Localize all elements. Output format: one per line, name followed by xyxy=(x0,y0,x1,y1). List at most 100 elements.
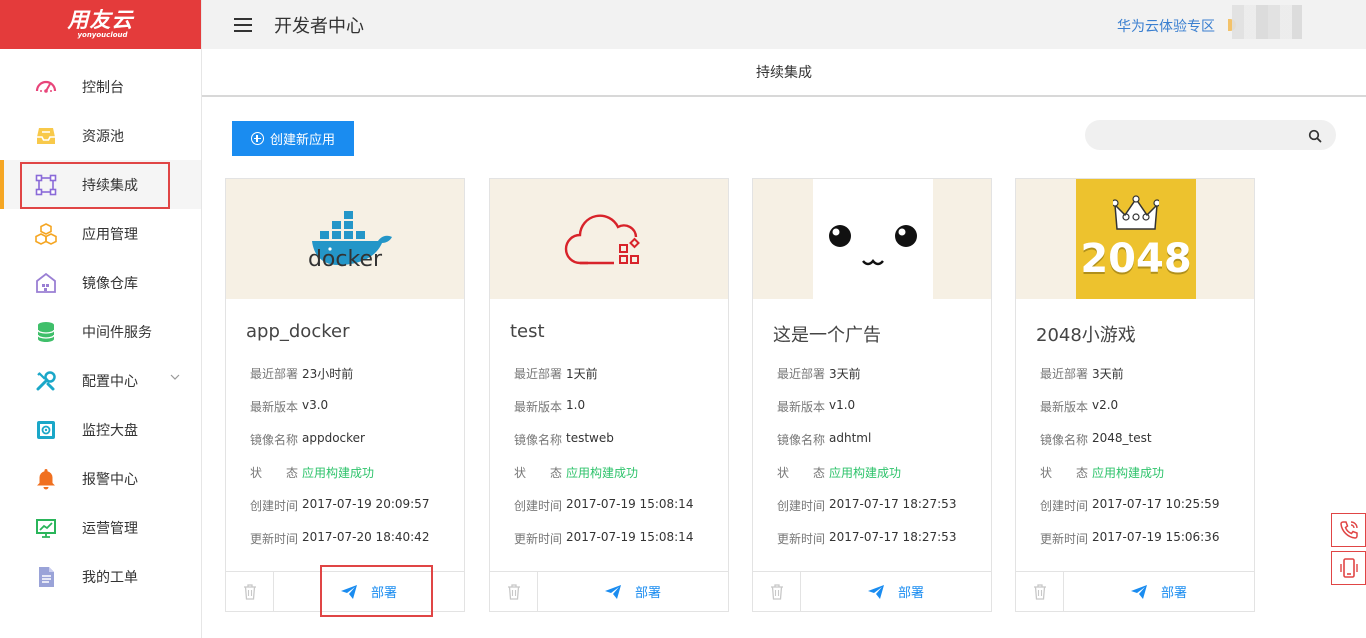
deploy-button[interactable]: 部署 xyxy=(1064,572,1254,611)
app-info: 最近部署 3天前 最新版本 v1.0 镜像名称 adhtml 状 态应用构建成功 创建… xyxy=(777,365,956,563)
logo-text: 用友云 xyxy=(67,8,134,32)
logo[interactable]: 用友云 yonyoucloud xyxy=(0,0,201,49)
sidebar-item-config-center[interactable]: 配置中心 xyxy=(0,356,201,405)
phone-icon xyxy=(1339,521,1358,539)
sidebar-item-ci[interactable]: 持续集成 xyxy=(0,160,201,209)
logo-subtext: yonyoucloud xyxy=(77,31,128,39)
app-thumbnail[interactable] xyxy=(490,179,728,299)
cloud-app-icon xyxy=(564,214,640,265)
last-deploy-value: 3天前 xyxy=(829,367,861,381)
created-value: 2017-07-19 20:09:57 xyxy=(302,497,430,511)
app-thumbnail[interactable] xyxy=(753,179,991,299)
sidebar-item-dashboard[interactable]: 控制台 xyxy=(0,62,201,111)
create-app-button[interactable]: 创建新应用 xyxy=(232,121,354,156)
delete-button[interactable] xyxy=(753,572,801,611)
field-label: 最新版本 xyxy=(777,400,826,414)
field-label: 更新时间 xyxy=(514,532,563,546)
card-footer: 部署 xyxy=(753,571,991,611)
last-deploy-value: 3天前 xyxy=(1092,367,1124,381)
sidebar-item-label: 中间件服务 xyxy=(82,324,152,341)
status-value: 应用构建成功 xyxy=(566,466,639,480)
app-name[interactable]: app_docker xyxy=(246,321,349,342)
document-icon xyxy=(34,565,58,589)
sidebar-item-label: 资源池 xyxy=(82,128,124,145)
sidebar-item-operations[interactable]: 运营管理 xyxy=(0,503,201,552)
deploy-button[interactable]: 部署 xyxy=(538,572,728,611)
field-label: 状 态 xyxy=(514,466,563,480)
field-label: 最新版本 xyxy=(514,400,563,414)
app-name[interactable]: test xyxy=(510,321,545,342)
create-app-label: 创建新应用 xyxy=(269,132,335,147)
smiley-face-icon xyxy=(813,179,933,299)
search-input[interactable] xyxy=(1085,120,1295,150)
sidebar-item-label: 应用管理 xyxy=(82,226,138,243)
sidebar-item-app-management[interactable]: 应用管理 xyxy=(0,209,201,258)
chevron-down-icon[interactable] xyxy=(170,370,180,386)
created-value: 2017-07-17 18:27:53 xyxy=(829,497,957,511)
delete-button[interactable] xyxy=(490,572,538,611)
status-value: 应用构建成功 xyxy=(302,466,375,480)
dashboard-icon xyxy=(34,75,58,99)
docker-logo-icon xyxy=(312,211,392,265)
version-value: v2.0 xyxy=(1092,398,1119,412)
trash-icon xyxy=(1033,583,1046,600)
updated-value: 2017-07-19 15:06:36 xyxy=(1092,530,1220,544)
sidebar-item-label: 控制台 xyxy=(82,79,124,96)
chart-screen-icon xyxy=(34,516,58,540)
phone-contact-button[interactable] xyxy=(1331,513,1366,547)
sidebar-item-alarm[interactable]: 报警中心 xyxy=(0,454,201,503)
inbox-icon xyxy=(34,124,58,148)
sidebar-item-label: 监控大盘 xyxy=(82,422,138,439)
send-icon xyxy=(867,584,884,599)
field-label: 更新时间 xyxy=(250,532,299,546)
field-label: 最近部署 xyxy=(777,367,826,381)
delete-button[interactable] xyxy=(1016,572,1064,611)
field-label: 最新版本 xyxy=(250,400,299,414)
app-thumbnail[interactable]: docker xyxy=(226,179,464,299)
field-label: 创建时间 xyxy=(514,499,563,513)
deploy-label: 部署 xyxy=(634,586,661,601)
field-label: 创建时间 xyxy=(250,499,299,513)
bell-icon xyxy=(34,467,58,491)
user-info-blurred[interactable] xyxy=(1232,5,1302,39)
tools-icon xyxy=(34,369,58,393)
sidebar-item-middleware[interactable]: 中间件服务 xyxy=(0,307,201,356)
updated-value: 2017-07-19 15:08:14 xyxy=(566,530,694,544)
monitor-icon xyxy=(34,418,58,442)
huawei-cloud-link[interactable]: 华为云体验专区 xyxy=(1117,16,1215,36)
mobile-contact-button[interactable] xyxy=(1331,551,1366,585)
version-value: v3.0 xyxy=(302,398,329,412)
mobile-icon xyxy=(1339,558,1358,578)
sidebar-item-image-repo[interactable]: 镜像仓库 xyxy=(0,258,201,307)
app-name[interactable]: 这是一个广告 xyxy=(773,321,881,347)
image-value: appdocker xyxy=(302,431,365,445)
sidebar-item-monitor[interactable]: 监控大盘 xyxy=(0,405,201,454)
sidebar-item-label: 我的工单 xyxy=(82,569,138,586)
field-label: 最近部署 xyxy=(250,367,299,381)
app-thumbnail[interactable]: 2048 xyxy=(1016,179,1254,299)
status-value: 应用构建成功 xyxy=(829,466,902,480)
field-label: 镜像名称 xyxy=(777,433,826,447)
version-value: 1.0 xyxy=(566,398,586,412)
highlight-box xyxy=(320,565,433,617)
last-deploy-value: 23小时前 xyxy=(302,367,354,381)
delete-button[interactable] xyxy=(226,572,274,611)
search-icon[interactable] xyxy=(1308,128,1322,147)
sidebar-item-my-tickets[interactable]: 我的工单 xyxy=(0,552,201,601)
app-info: 最近部署 1天前 最新版本 1.0 镜像名称 testweb 状 态应用构建成功 创建… xyxy=(514,365,693,563)
app-name[interactable]: 2048小游戏 xyxy=(1036,321,1136,347)
field-label: 状 态 xyxy=(250,466,299,480)
app-card: docker app_docker 最近部署 23小时前 最新版本 v3.0 镜像名… xyxy=(225,178,465,612)
deploy-button[interactable]: 部署 xyxy=(801,572,991,611)
database-icon xyxy=(34,320,58,344)
game-2048-text: 2048 xyxy=(1080,236,1192,282)
search-box xyxy=(1085,120,1336,150)
version-value: v1.0 xyxy=(829,398,856,412)
field-label: 镜像名称 xyxy=(1040,433,1089,447)
field-label: 最近部署 xyxy=(514,367,563,381)
section-title: 持续集成 xyxy=(202,49,1366,97)
menu-icon[interactable] xyxy=(234,17,252,32)
docker-wordmark: docker xyxy=(307,247,383,272)
game-2048-thumbnail: 2048 xyxy=(1076,179,1196,299)
sidebar-item-resource-pool[interactable]: 资源池 xyxy=(0,111,201,160)
